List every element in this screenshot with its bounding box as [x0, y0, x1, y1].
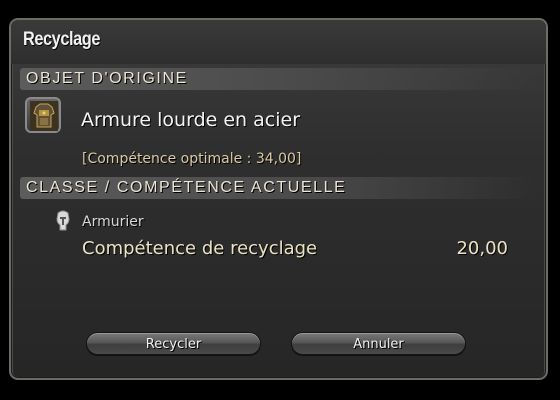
job-name: Armurier	[82, 214, 144, 230]
heavy-armor-icon[interactable]	[25, 97, 61, 133]
title-bar[interactable]: Recyclage	[11, 20, 546, 64]
item-name: Armure lourde en acier	[81, 109, 301, 131]
origin-section-header: OBJET D'ORIGINE	[20, 68, 539, 90]
optimal-skill-text: [Compétence optimale : 34,00]	[82, 151, 302, 167]
recycle-button[interactable]: Recycler	[86, 332, 261, 355]
dialog-title: Recyclage	[23, 29, 100, 50]
origin-section-label: OBJET D'ORIGINE	[26, 70, 188, 87]
recycle-skill-value: 20,00	[456, 238, 508, 259]
class-section-label: CLASSE / COMPÉTENCE ACTUELLE	[26, 179, 347, 196]
recycle-skill-label: Compétence de recyclage	[82, 238, 318, 259]
armorer-icon	[51, 209, 75, 233]
cancel-button[interactable]: Annuler	[291, 332, 466, 355]
recycle-dialog: Recyclage OBJET D'ORIGINE Armure lourde …	[9, 18, 548, 380]
class-section-header: CLASSE / COMPÉTENCE ACTUELLE	[20, 177, 539, 199]
